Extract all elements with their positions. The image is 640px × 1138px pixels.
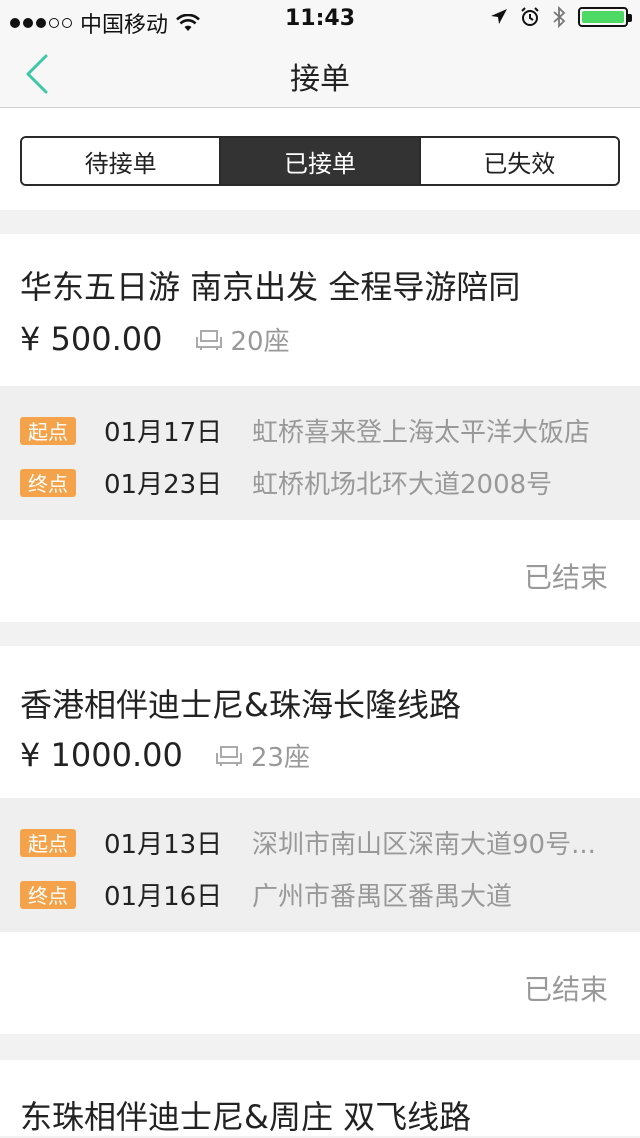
alarm-icon — [521, 7, 539, 26]
price-row: ¥ 1000.00 23座 — [20, 736, 310, 774]
order-status: 已结束 — [523, 973, 608, 1006]
seat-info: 20座 — [195, 321, 290, 358]
battery-icon — [578, 7, 632, 27]
location-arrow-icon — [491, 9, 507, 24]
tab-pending[interactable]: 待接单 — [22, 138, 222, 184]
route-start: 起点 01月17日 虹桥喜来登上海太平洋大饭店 — [20, 412, 620, 449]
seat-count: 23座 — [250, 742, 310, 773]
end-date: 01月16日 — [104, 882, 223, 912]
bluetooth-icon — [553, 6, 566, 28]
order-title: 香港相伴迪士尼&珠海长隆线路 — [20, 686, 461, 724]
start-address: 虹桥喜来登上海太平洋大饭店 — [252, 418, 591, 448]
tab-expired[interactable]: 已失效 — [420, 138, 618, 184]
status-bar: 中国移动 11:43 — [0, 0, 640, 40]
order-card[interactable]: 香港相伴迪士尼&珠海长隆线路 ¥ 1000.00 23座 起点 01月13日 深… — [0, 646, 640, 1034]
end-tag: 终点 — [20, 880, 76, 909]
segment-area: 待接单 已接单 已失效 — [0, 108, 640, 210]
order-card[interactable]: 东珠相伴迪士尼&周庄 双飞线路 — [0, 1060, 640, 1136]
route-end: 终点 01月16日 广州市番禺区番禺大道 — [20, 876, 620, 913]
status-right — [490, 6, 632, 28]
order-status: 已结束 — [523, 561, 608, 594]
order-title: 华东五日游 南京出发 全程导游陪同 — [20, 268, 521, 306]
seat-icon — [195, 330, 222, 350]
seat-count: 20座 — [230, 326, 290, 357]
page-title: 接单 — [290, 62, 350, 97]
start-date: 01月17日 — [104, 418, 223, 448]
status-segmented-control: 待接单 已接单 已失效 — [20, 136, 620, 186]
price-row: ¥ 500.00 20座 — [20, 320, 290, 358]
start-tag: 起点 — [20, 828, 76, 857]
start-tag: 起点 — [20, 416, 76, 445]
order-price: ¥ 500.00 — [20, 320, 163, 358]
order-price: ¥ 1000.00 — [20, 736, 183, 774]
start-address: 深圳市南山区深南大道90号... — [252, 830, 596, 860]
end-address: 广州市番禺区番禺大道 — [252, 882, 513, 912]
end-tag: 终点 — [20, 468, 76, 497]
route-section: 起点 01月13日 深圳市南山区深南大道90号... 终点 01月16日 广州市… — [0, 798, 640, 932]
seat-icon — [215, 746, 242, 766]
order-title: 东珠相伴迪士尼&周庄 双飞线路 — [20, 1098, 472, 1136]
navigation-bar: 接单 — [0, 40, 640, 108]
start-date: 01月13日 — [104, 830, 223, 860]
end-date: 01月23日 — [104, 470, 223, 500]
seat-info: 23座 — [215, 737, 310, 774]
route-section: 起点 01月17日 虹桥喜来登上海太平洋大饭店 终点 01月23日 虹桥机场北环… — [0, 386, 640, 520]
tab-accepted[interactable]: 已接单 — [221, 138, 421, 184]
end-address: 虹桥机场北环大道2008号 — [252, 470, 553, 500]
route-start: 起点 01月13日 深圳市南山区深南大道90号... — [20, 824, 620, 861]
route-end: 终点 01月23日 虹桥机场北环大道2008号 — [20, 464, 620, 501]
order-card[interactable]: 华东五日游 南京出发 全程导游陪同 ¥ 500.00 20座 起点 01月17日… — [0, 234, 640, 622]
